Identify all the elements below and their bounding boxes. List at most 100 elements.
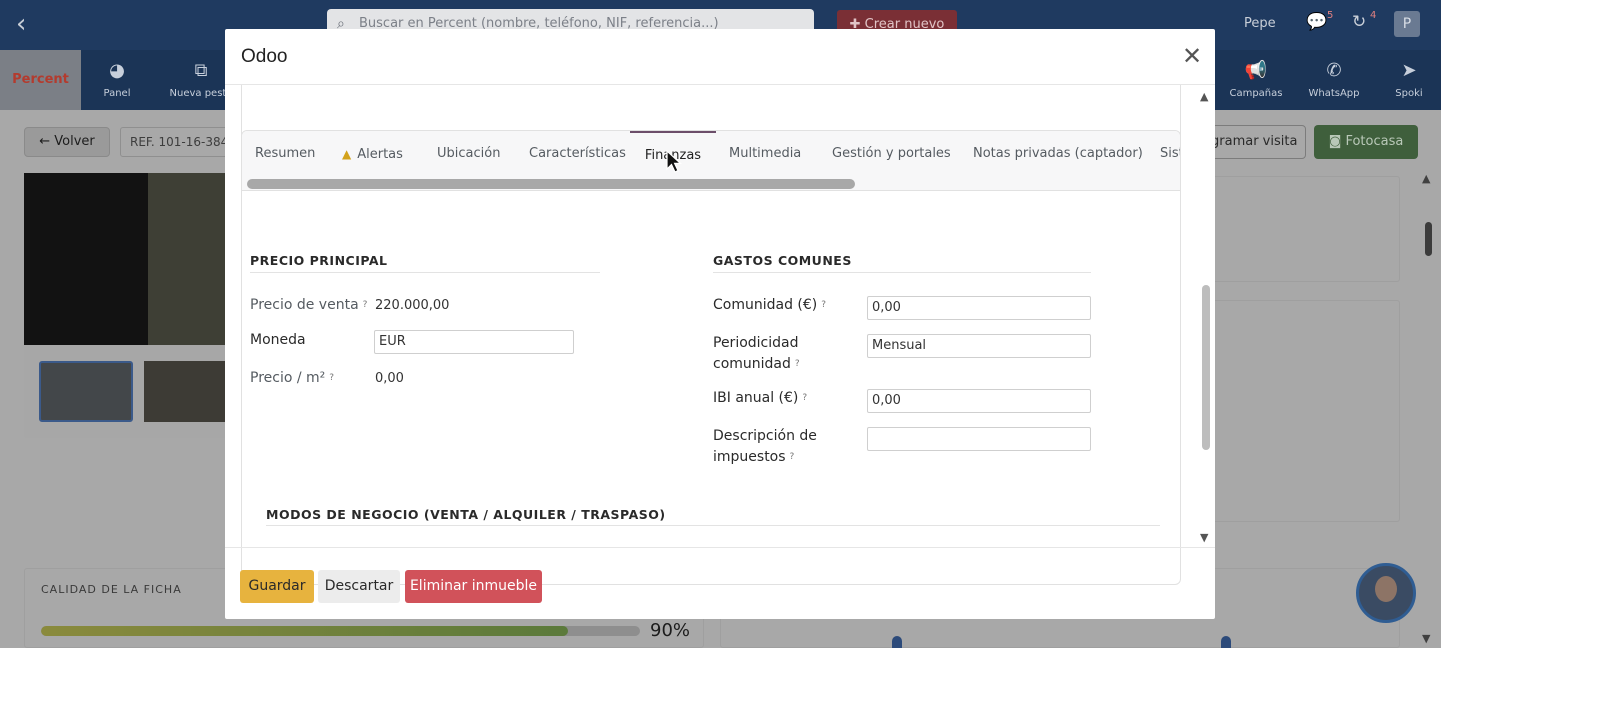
arrow-left-icon: ← xyxy=(39,134,55,149)
help-question-icon[interactable]: ? xyxy=(363,300,368,310)
help-question-icon[interactable]: ? xyxy=(790,452,795,462)
comunidad-input[interactable]: 0,00 xyxy=(867,296,1091,320)
avatar[interactable]: P xyxy=(1394,11,1420,37)
assistant-avatar[interactable] xyxy=(1356,563,1416,623)
field-label-text: Moneda xyxy=(250,332,306,348)
tab-sistema[interactable]: Sist xyxy=(1160,131,1180,177)
nav-item-label: Panel xyxy=(103,88,131,99)
logo-text: Percent xyxy=(12,72,69,87)
fotocasa-label: Fotocasa xyxy=(1345,134,1404,149)
delete-property-button[interactable]: Eliminar inmueble xyxy=(405,570,542,603)
help-question-icon[interactable]: ? xyxy=(802,393,807,403)
section-title-modos-negocio: MODOS DE NEGOCIO (VENTA / ALQUILER / TRA… xyxy=(266,507,666,522)
precio-m2-value[interactable]: 0,00 xyxy=(375,371,404,386)
section-title-precio: PRECIO PRINCIPAL xyxy=(250,253,388,268)
back-label: Volver xyxy=(54,134,95,149)
periodicidad-value: Mensual xyxy=(872,338,927,353)
moneda-label: Moneda xyxy=(250,330,306,351)
nav-item-whatsapp[interactable]: ✆ WhatsApp xyxy=(1299,60,1369,99)
stat-counter xyxy=(892,636,902,648)
photo-plant-area xyxy=(148,173,229,345)
nav-item-spoki[interactable]: ➤ Spoki xyxy=(1374,60,1441,99)
chat-icon[interactable]: 💬 xyxy=(1306,12,1327,32)
whatsapp-icon: ✆ xyxy=(1326,60,1342,81)
mouse-cursor-icon xyxy=(666,150,682,173)
tab-label: Resumen xyxy=(255,146,316,161)
precio-venta-value[interactable]: 220.000,00 xyxy=(375,298,449,313)
assistant-face xyxy=(1375,576,1397,602)
messages-count: 5 xyxy=(1327,10,1334,21)
send-icon: ➤ xyxy=(1401,60,1417,81)
field-label-text: comunidad xyxy=(713,356,791,372)
tab-label: Características xyxy=(529,146,626,161)
save-button[interactable]: Guardar xyxy=(240,570,314,603)
field-label-text: Comunidad (€) xyxy=(713,297,818,313)
tab-label: Multimedia xyxy=(729,146,802,161)
tab-notas-privadas[interactable]: Notas privadas (captador) xyxy=(973,131,1143,177)
discard-button[interactable]: Descartar xyxy=(318,570,400,603)
periodicidad-select[interactable]: Mensual xyxy=(867,334,1091,358)
stat-counter xyxy=(1221,636,1231,648)
tab-multimedia[interactable]: Multimedia xyxy=(729,131,801,177)
main-photo[interactable] xyxy=(24,173,229,345)
tab-alertas[interactable]: ▲ Alertas xyxy=(342,131,403,177)
periodicidad-label: Periodicidad comunidad? xyxy=(713,333,863,375)
page-scrollbar-thumb[interactable] xyxy=(1425,222,1432,256)
scroll-down-arrow-icon[interactable]: ▼ xyxy=(1422,632,1430,645)
logo[interactable]: Percent xyxy=(0,50,81,110)
section-divider xyxy=(250,272,600,273)
tab-label: Ubicación xyxy=(437,146,501,161)
quality-percent: 90% xyxy=(650,620,691,641)
delete-label: Eliminar inmueble xyxy=(409,578,538,594)
dashboard-icon: ◕ xyxy=(109,60,125,81)
tab-caracteristicas[interactable]: Características xyxy=(529,131,626,177)
nav-item-label: Campañas xyxy=(1229,88,1283,99)
chevron-left-icon[interactable]: ‹ xyxy=(16,10,26,38)
nav-item-campaigns[interactable]: 📢 Campañas xyxy=(1221,60,1291,99)
nav-item-label: WhatsApp xyxy=(1308,88,1360,99)
field-label-text: Precio de venta xyxy=(250,297,359,313)
scroll-up-arrow-icon[interactable]: ▲ xyxy=(1422,172,1430,185)
photo-thumbnail[interactable] xyxy=(39,361,133,422)
warning-icon: ▲ xyxy=(342,147,352,161)
tab-label: Sist xyxy=(1160,146,1180,161)
field-label-text: impuestos xyxy=(713,449,786,465)
moneda-value: EUR xyxy=(379,334,406,349)
quality-progress-fill xyxy=(41,626,569,636)
discard-label: Descartar xyxy=(324,578,394,594)
tab-resumen[interactable]: Resumen xyxy=(255,131,315,177)
schedule-visit-button[interactable]: gramar visita xyxy=(1206,125,1306,159)
tab-label: Alertas xyxy=(357,147,403,162)
photo-thumbnail[interactable] xyxy=(144,361,229,422)
tabs-scrollbar-thumb[interactable] xyxy=(247,179,855,189)
back-button[interactable]: ← Volver xyxy=(24,127,110,157)
help-question-icon[interactable]: ? xyxy=(329,373,334,383)
tab-ubicacion[interactable]: Ubicación xyxy=(437,131,500,177)
field-label-text: Periodicidad xyxy=(713,335,799,351)
close-icon[interactable]: ✕ xyxy=(1182,43,1202,69)
modal-scrollbar-thumb[interactable] xyxy=(1202,285,1210,450)
field-label-text: Precio / m² xyxy=(250,370,326,386)
help-question-icon[interactable]: ? xyxy=(795,359,800,369)
field-label-text: IBI anual (€) xyxy=(713,390,799,406)
scroll-up-arrow-icon[interactable]: ▲ xyxy=(1200,90,1208,103)
precio-venta-label: Precio de venta? xyxy=(250,295,367,316)
ibi-input[interactable]: 0,00 xyxy=(867,389,1091,413)
nav-item-panel[interactable]: ◕ Panel xyxy=(82,60,152,99)
ibi-value: 0,00 xyxy=(872,393,901,408)
quality-title: CALIDAD DE LA FICHA xyxy=(41,583,182,596)
tab-gestion-portales[interactable]: Gestión y portales xyxy=(832,131,951,177)
help-question-icon[interactable]: ? xyxy=(821,300,826,310)
moneda-input[interactable]: EUR xyxy=(374,330,574,354)
save-label: Guardar xyxy=(248,578,306,594)
descripcion-impuestos-input[interactable] xyxy=(867,427,1091,451)
scroll-down-arrow-icon[interactable]: ▼ xyxy=(1200,531,1208,544)
camera-icon: ◙ xyxy=(1328,134,1346,149)
section-divider xyxy=(713,272,1091,273)
refresh-icon[interactable]: ↻ xyxy=(1352,12,1366,32)
field-label-text: Descripción de xyxy=(713,428,817,444)
schedule-visit-label: gramar visita xyxy=(1211,134,1298,149)
fotocasa-button[interactable]: ◙ Fotocasa xyxy=(1314,125,1418,159)
section-divider xyxy=(266,525,1160,526)
user-name[interactable]: Pepe xyxy=(1244,16,1276,31)
